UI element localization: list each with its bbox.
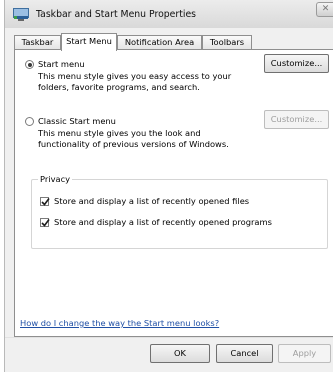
- help-link[interactable]: How do I change the way the Start menu l…: [20, 318, 219, 328]
- tab-strip: Taskbar Start Menu Notification Area Too…: [14, 33, 333, 51]
- classic-menu-description-line-1: This menu style gives you the look and: [38, 128, 201, 138]
- start-menu-description-line-1: This menu style gives you easy access to…: [38, 71, 232, 81]
- taskbar-icon: [13, 8, 29, 21]
- tab-taskbar[interactable]: Taskbar: [14, 35, 61, 50]
- classic-start-menu-option-label[interactable]: Classic Start menu: [38, 116, 116, 126]
- ok-button[interactable]: OK: [150, 344, 210, 363]
- close-button[interactable]: ✕: [316, 2, 333, 17]
- title-bar[interactable]: Taskbar and Start Menu Properties ✕: [5, 0, 333, 28]
- recent-files-checkbox[interactable]: [40, 197, 50, 206]
- recent-programs-label[interactable]: Store and display a list of recently ope…: [54, 217, 272, 227]
- footer-divider: [5, 337, 333, 338]
- checkmark-icon: [41, 198, 50, 206]
- start-menu-description-line-2: folders, favorite programs, and search.: [38, 82, 200, 92]
- tab-notification-area[interactable]: Notification Area: [117, 35, 202, 50]
- start-menu-radio[interactable]: [25, 60, 34, 69]
- start-menu-option-label[interactable]: Start menu: [38, 59, 85, 69]
- apply-button[interactable]: Apply: [278, 344, 331, 363]
- cancel-button[interactable]: Cancel: [216, 344, 273, 363]
- privacy-legend: Privacy: [38, 174, 73, 184]
- start-menu-panel: Start menu This menu style gives you eas…: [14, 49, 333, 337]
- tab-start-menu[interactable]: Start Menu: [61, 33, 117, 51]
- recent-files-label[interactable]: Store and display a list of recently ope…: [54, 196, 249, 206]
- checkmark-icon: [41, 219, 50, 227]
- customize-classic-menu-button[interactable]: Customize...: [264, 110, 329, 129]
- privacy-group: Privacy Store and display a list of rece…: [31, 174, 328, 249]
- classic-menu-description-line-2: functionality of previous versions of Wi…: [38, 139, 229, 149]
- recent-programs-checkbox[interactable]: [40, 218, 50, 227]
- window-title: Taskbar and Start Menu Properties: [36, 9, 197, 20]
- classic-start-menu-radio[interactable]: [25, 117, 34, 126]
- tab-toolbars[interactable]: Toolbars: [202, 35, 252, 50]
- properties-dialog: Taskbar and Start Menu Properties ✕ Task…: [4, 0, 333, 372]
- customize-start-menu-button[interactable]: Customize...: [264, 54, 329, 73]
